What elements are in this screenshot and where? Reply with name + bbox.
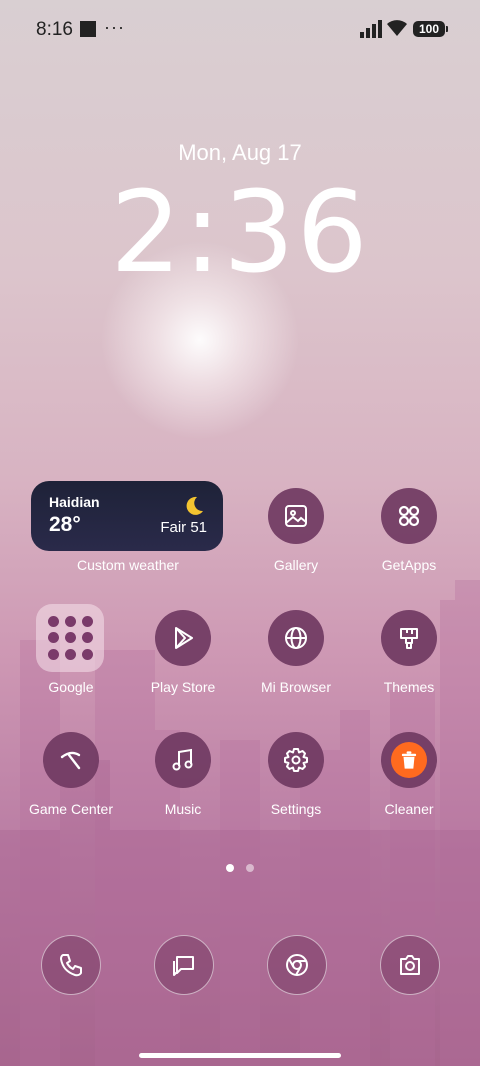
- folder-app-icon: [82, 616, 93, 627]
- dock-camera[interactable]: [380, 935, 440, 995]
- globe-icon: [285, 627, 307, 649]
- app-label-settings: Settings: [270, 801, 322, 817]
- app-game-center[interactable]: [43, 732, 99, 788]
- boomerang-icon: [60, 751, 81, 770]
- folder-app-icon: [65, 649, 76, 660]
- folder-app-icon: [65, 616, 76, 627]
- folder-app-icon: [82, 632, 93, 643]
- folder-google[interactable]: [36, 604, 104, 672]
- dock-messages[interactable]: [154, 935, 214, 995]
- brush-icon: [400, 628, 418, 649]
- notification-square-icon: [80, 21, 96, 37]
- page-indicator-inactive[interactable]: [246, 864, 254, 872]
- app-label-getapps: GetApps: [381, 557, 437, 573]
- page-indicator-active[interactable]: [226, 864, 234, 872]
- app-label-game-center: Game Center: [28, 801, 114, 817]
- signal-icon: [360, 20, 382, 38]
- weather-condition: Fair 51: [160, 519, 207, 536]
- app-label-music: Music: [164, 801, 202, 817]
- app-label-play-store: Play Store: [150, 679, 216, 695]
- message-icon: [173, 956, 194, 976]
- app-label-gallery: Gallery: [273, 557, 319, 573]
- trash-icon: [401, 751, 417, 769]
- app-getapps[interactable]: [381, 488, 437, 544]
- chrome-icon: [286, 954, 308, 976]
- folder-app-icon: [82, 649, 93, 660]
- gesture-home-bar[interactable]: [139, 1053, 341, 1058]
- status-bar: 8:16 ··· 100: [0, 0, 480, 60]
- home-screen: 8:16 ··· 100 Mon, Aug 17 2:36 Haidian 28…: [0, 0, 480, 1066]
- app-music[interactable]: [155, 732, 211, 788]
- weather-widget-label: Custom weather: [77, 557, 179, 573]
- gear-icon: [284, 748, 308, 772]
- dock-phone[interactable]: [41, 935, 101, 995]
- app-play-store[interactable]: [155, 610, 211, 666]
- app-settings[interactable]: [268, 732, 324, 788]
- folder-app-icon: [48, 632, 59, 643]
- app-label-google: Google: [48, 679, 94, 695]
- app-label-cleaner: Cleaner: [384, 801, 434, 817]
- folder-app-icon: [65, 632, 76, 643]
- moon-icon: [186, 496, 203, 515]
- app-cleaner[interactable]: [381, 732, 437, 788]
- battery-icon: 100: [413, 21, 448, 37]
- app-label-themes: Themes: [383, 679, 435, 695]
- cleaner-badge: [391, 742, 427, 778]
- folder-app-icon: [48, 649, 59, 660]
- app-mi-browser[interactable]: [268, 610, 324, 666]
- weather-temperature: 28°: [49, 513, 81, 536]
- grid-icon: [398, 505, 420, 527]
- app-gallery[interactable]: [268, 488, 324, 544]
- folder-app-icon: [48, 616, 59, 627]
- dock-chrome[interactable]: [267, 935, 327, 995]
- app-label-mi-browser: Mi Browser: [260, 679, 331, 695]
- app-themes[interactable]: [381, 610, 437, 666]
- music-note-icon: [172, 748, 193, 771]
- weather-widget[interactable]: Haidian 28° Fair 51: [31, 481, 223, 551]
- image-icon: [285, 505, 307, 527]
- weather-city: Haidian: [49, 494, 100, 510]
- phone-icon: [60, 954, 82, 977]
- camera-icon: [400, 955, 420, 975]
- status-time: 8:16: [36, 19, 73, 40]
- lock-date[interactable]: Mon, Aug 17: [0, 140, 480, 166]
- more-notifications-icon: ···: [104, 17, 125, 37]
- wifi-icon: [387, 20, 407, 36]
- play-icon: [175, 627, 193, 649]
- home-clock[interactable]: 2:36: [0, 168, 480, 298]
